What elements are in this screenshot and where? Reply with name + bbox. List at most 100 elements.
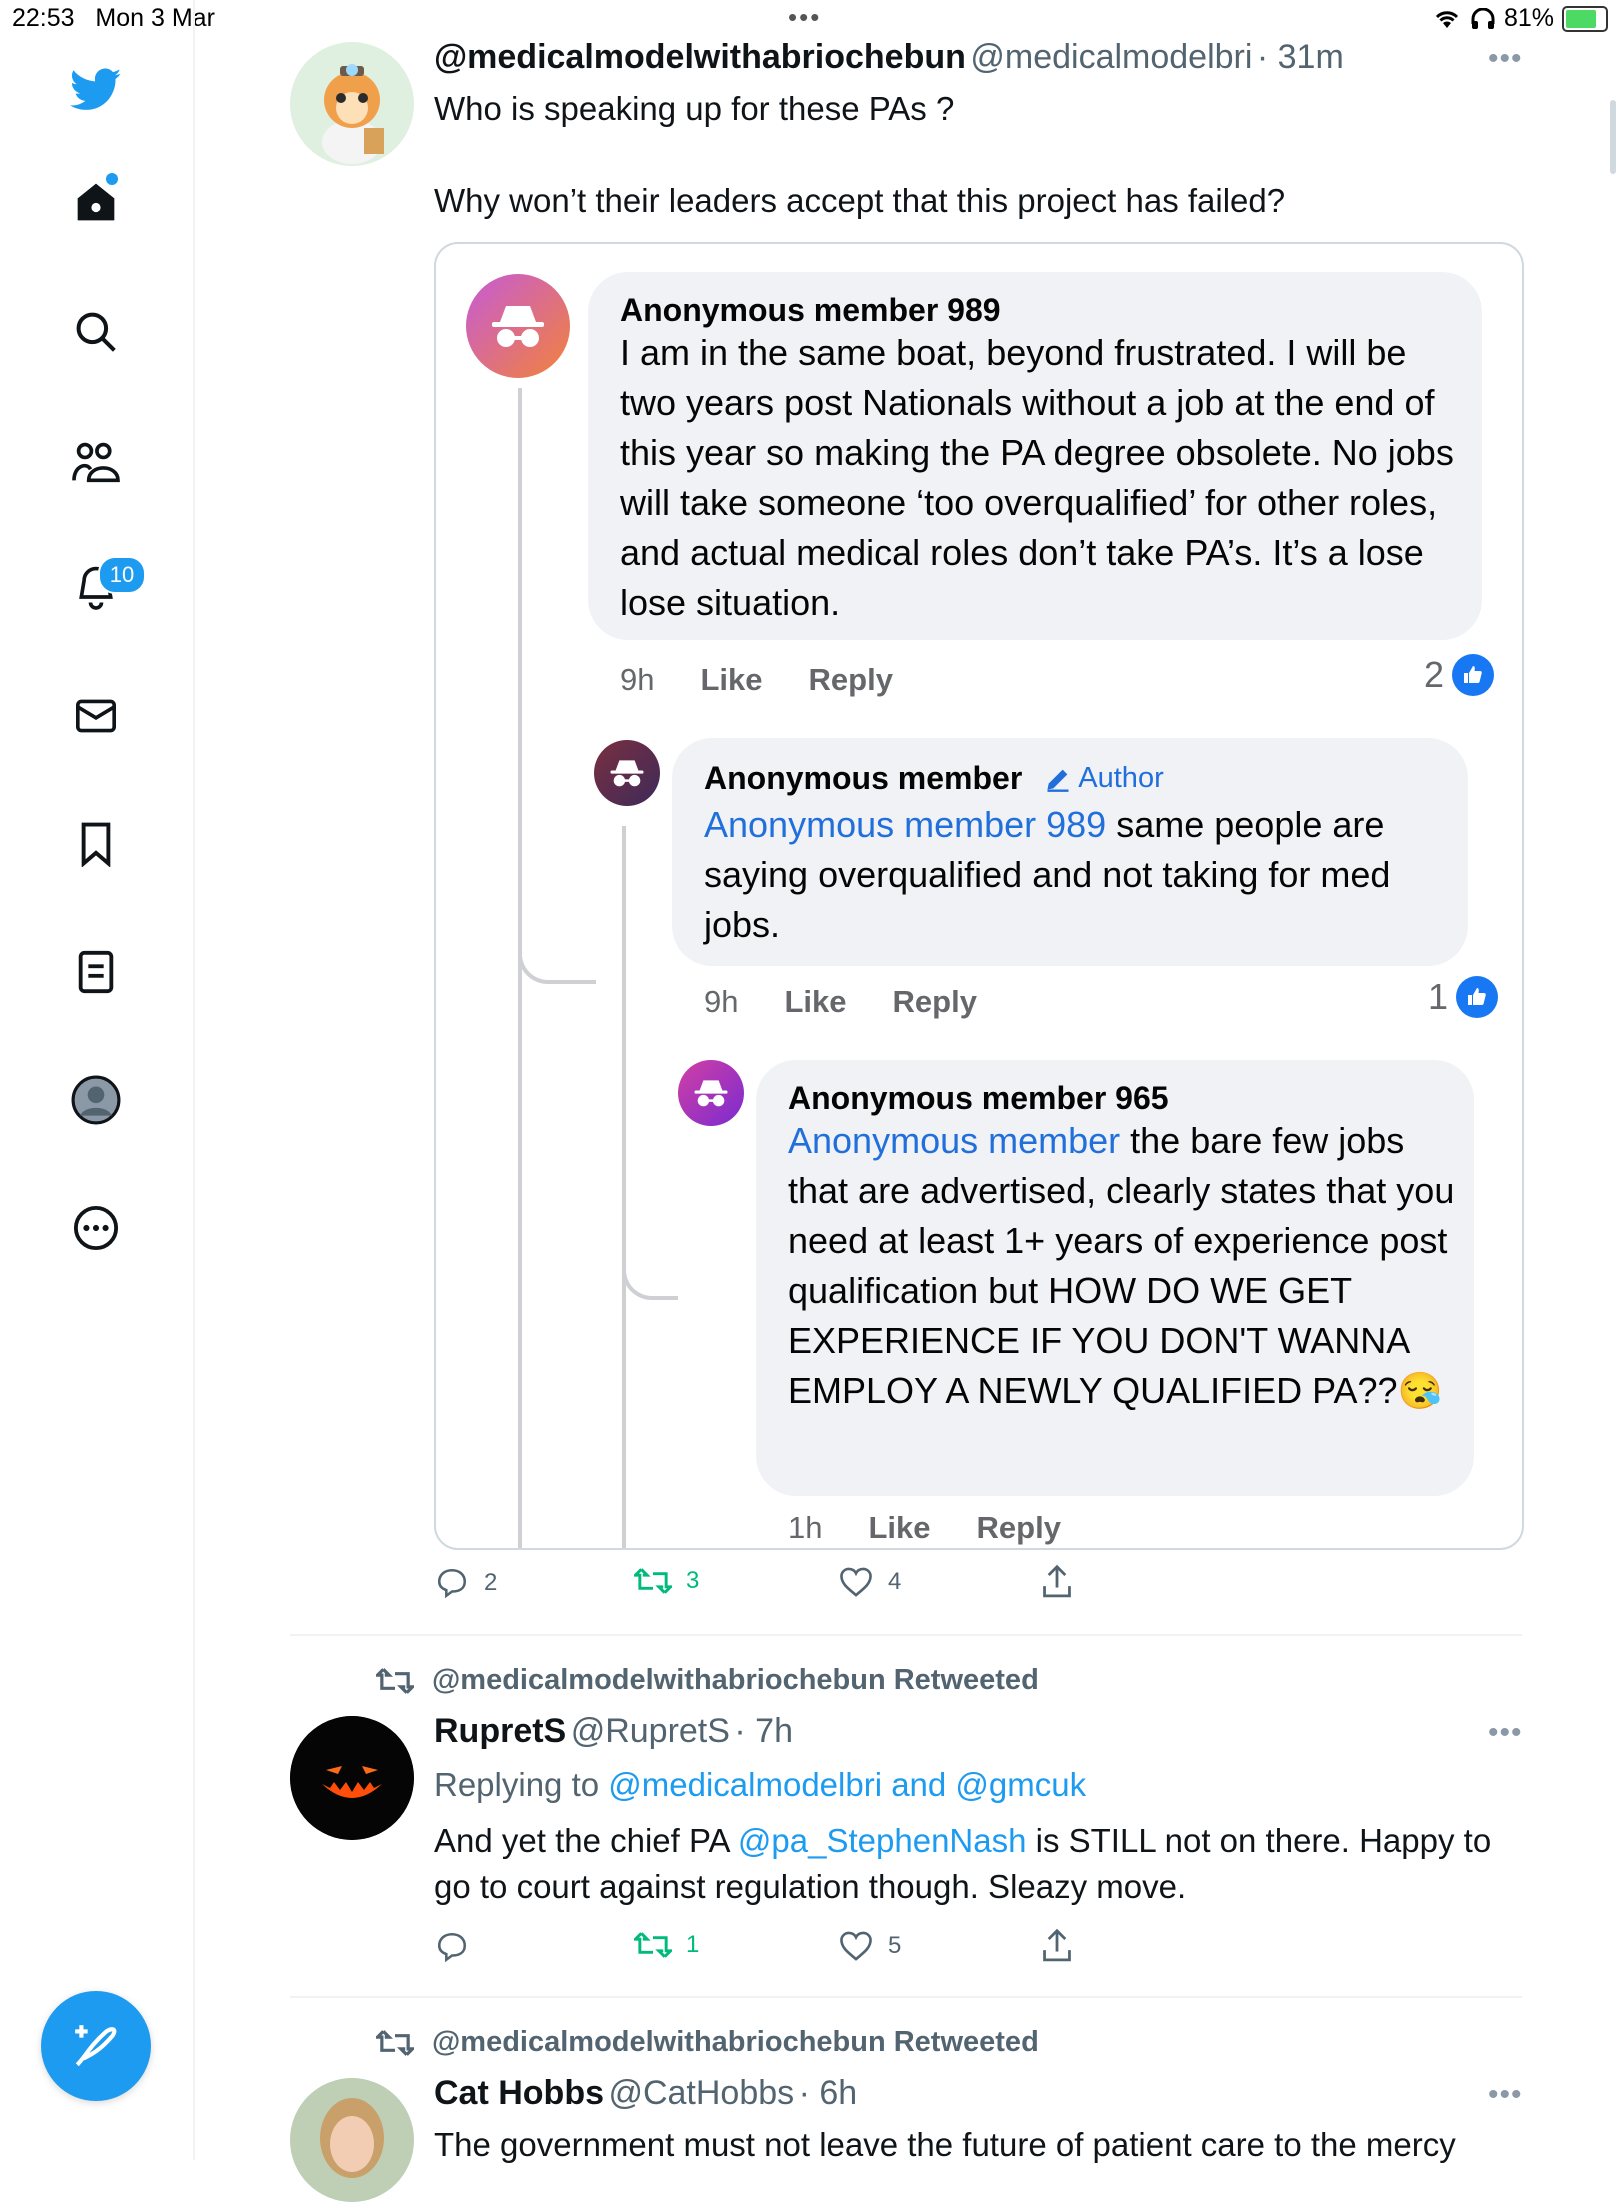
comment-reply: Reply [892,984,977,1019]
share-icon [1043,1564,1071,1598]
tweet-divider [290,1996,1522,1998]
tweet-header: @medicalmodelwithabriochebun @medicalmod… [434,38,1344,77]
comment-bubble: Anonymous member Author Anonymous member… [672,738,1468,966]
comment-mention: Anonymous member [788,1120,1121,1161]
messages-icon[interactable] [70,690,122,742]
author-avatar[interactable] [290,42,414,166]
more-icon[interactable] [70,1202,122,1254]
tweet-time[interactable]: · 6h [799,2074,858,2112]
scrollbar[interactable] [1610,100,1616,174]
thread-connector [518,930,596,984]
retweet-icon [376,1667,414,1694]
tweet-more-button[interactable]: ••• [1488,2078,1523,2112]
retweet-icon [376,2029,414,2056]
tweet-header: RupretS @RupretS · 7h [434,1712,793,1751]
status-indicators: 81% [1432,4,1608,33]
replying-to-link[interactable]: @medicalmodelbri and @gmcuk [608,1766,1086,1803]
thread-line [622,826,626,1548]
mention-link[interactable]: @pa_StephenNash [738,1822,1027,1859]
twitter-logo-icon[interactable] [70,64,122,116]
tweet-text: The government must not leave the future… [434,2126,1456,2163]
author-avatar[interactable] [290,1716,414,1840]
like-button[interactable]: 5 [838,1930,901,1962]
comment-author: Anonymous member 965 [788,1080,1169,1116]
incognito-icon [694,1080,728,1107]
reaction-count: 2 [1424,654,1495,696]
share-button[interactable] [1040,1564,1074,1600]
reply-icon [437,1568,467,1599]
wifi-icon [1435,10,1459,28]
retweet-button[interactable]: 3 [634,1566,699,1596]
thumbs-up-icon [1452,654,1495,696]
sleepy-face-emoji: 😪 [1397,1370,1443,1411]
comment-time: 1h [788,1510,823,1545]
comment-text: I am in the same boat, beyond frustrated… [620,332,1454,623]
author-name[interactable]: @medicalmodelwithabriochebun [434,38,966,76]
tweet-time[interactable]: · 31m [1257,38,1344,76]
author-handle[interactable]: @medicalmodelbri [970,38,1252,76]
comment-author: Anonymous member [704,760,1023,796]
replying-to: Replying to @medicalmodelbri and @gmcuk [434,1766,1087,1803]
author-badge: Author [1044,762,1164,795]
comment-mention: Anonymous member 989 [704,804,1107,845]
battery-percent: 81% [1503,4,1554,32]
profile-icon[interactable] [70,1074,122,1126]
share-button[interactable] [1040,1928,1074,1964]
comment-author: Anonymous member 989 [620,292,1001,328]
thread-connector [622,1254,678,1300]
comment-time: 9h [704,984,739,1019]
comment-bubble: Anonymous member 965 Anonymous member th… [756,1060,1474,1496]
communities-icon[interactable] [70,436,122,488]
search-icon[interactable] [70,306,122,358]
anonymous-avatar [594,740,660,806]
tweet-text: And yet the chief PA @pa_StephenNash is … [434,1822,1492,1905]
comment-bubble: Anonymous member 989 I am in the same bo… [588,272,1482,640]
compose-tweet-button[interactable] [41,1991,151,2101]
tweet-more-button[interactable]: ••• [1488,42,1523,76]
tweet-divider [290,1634,1522,1636]
author-name[interactable]: Cat Hobbs [434,2074,604,2112]
comment-actions: 9h Like Reply [620,662,893,698]
incognito-icon [610,760,644,787]
multitasking-dots[interactable]: ••• [788,2,821,33]
feather-plus-icon [75,2025,117,2067]
battery-icon [1562,5,1608,32]
lists-icon[interactable] [70,946,122,998]
tweet-time[interactable]: · 7h [734,1712,793,1750]
bookmarks-icon[interactable] [70,818,122,870]
comment-actions: 9h Like Reply [704,984,977,1020]
comment-like: Like [784,984,847,1019]
like-button[interactable]: 4 [838,1566,901,1598]
comment-like: Like [868,1510,931,1545]
heart-icon [840,1931,872,1961]
unread-dot [106,173,118,185]
comment-time: 9h [620,662,655,697]
anonymous-avatar [678,1060,744,1126]
author-handle[interactable]: @RupretS [571,1712,730,1750]
retweeted-by-label[interactable]: @medicalmodelwithabriochebun Retweeted [376,1664,1039,1697]
retweet-button[interactable]: 1 [634,1930,699,1960]
share-icon [1043,1928,1071,1962]
headphones-icon [1471,7,1495,29]
heart-icon [840,1567,872,1597]
notifications-badge: 10 [98,556,146,594]
author-avatar[interactable] [290,2078,414,2202]
thumbs-up-icon [1456,976,1499,1018]
tweet-header: Cat Hobbs @CatHobbs · 6h [434,2074,857,2113]
tweet-more-button[interactable]: ••• [1488,1716,1523,1750]
retweeted-by-label[interactable]: @medicalmodelwithabriochebun Retweeted [376,2026,1039,2059]
reaction-count: 1 [1428,976,1499,1018]
retweet-icon [634,1568,672,1594]
comment-like: Like [700,662,763,697]
comment-reply: Reply [808,662,893,697]
incognito-icon [492,306,544,347]
author-name[interactable]: RupretS [434,1712,566,1750]
comment-reply: Reply [976,1510,1061,1545]
comment-actions: 1h Like Reply [788,1510,1061,1546]
tweet-image[interactable]: Anonymous member 989 I am in the same bo… [434,242,1524,1550]
reply-button[interactable]: 2 [434,1566,497,1600]
author-handle[interactable]: @CatHobbs [608,2074,794,2112]
reply-icon [437,1932,467,1963]
comment-text: Anonymous member 989 same people are say… [704,804,1391,945]
reply-button[interactable] [434,1930,470,1964]
